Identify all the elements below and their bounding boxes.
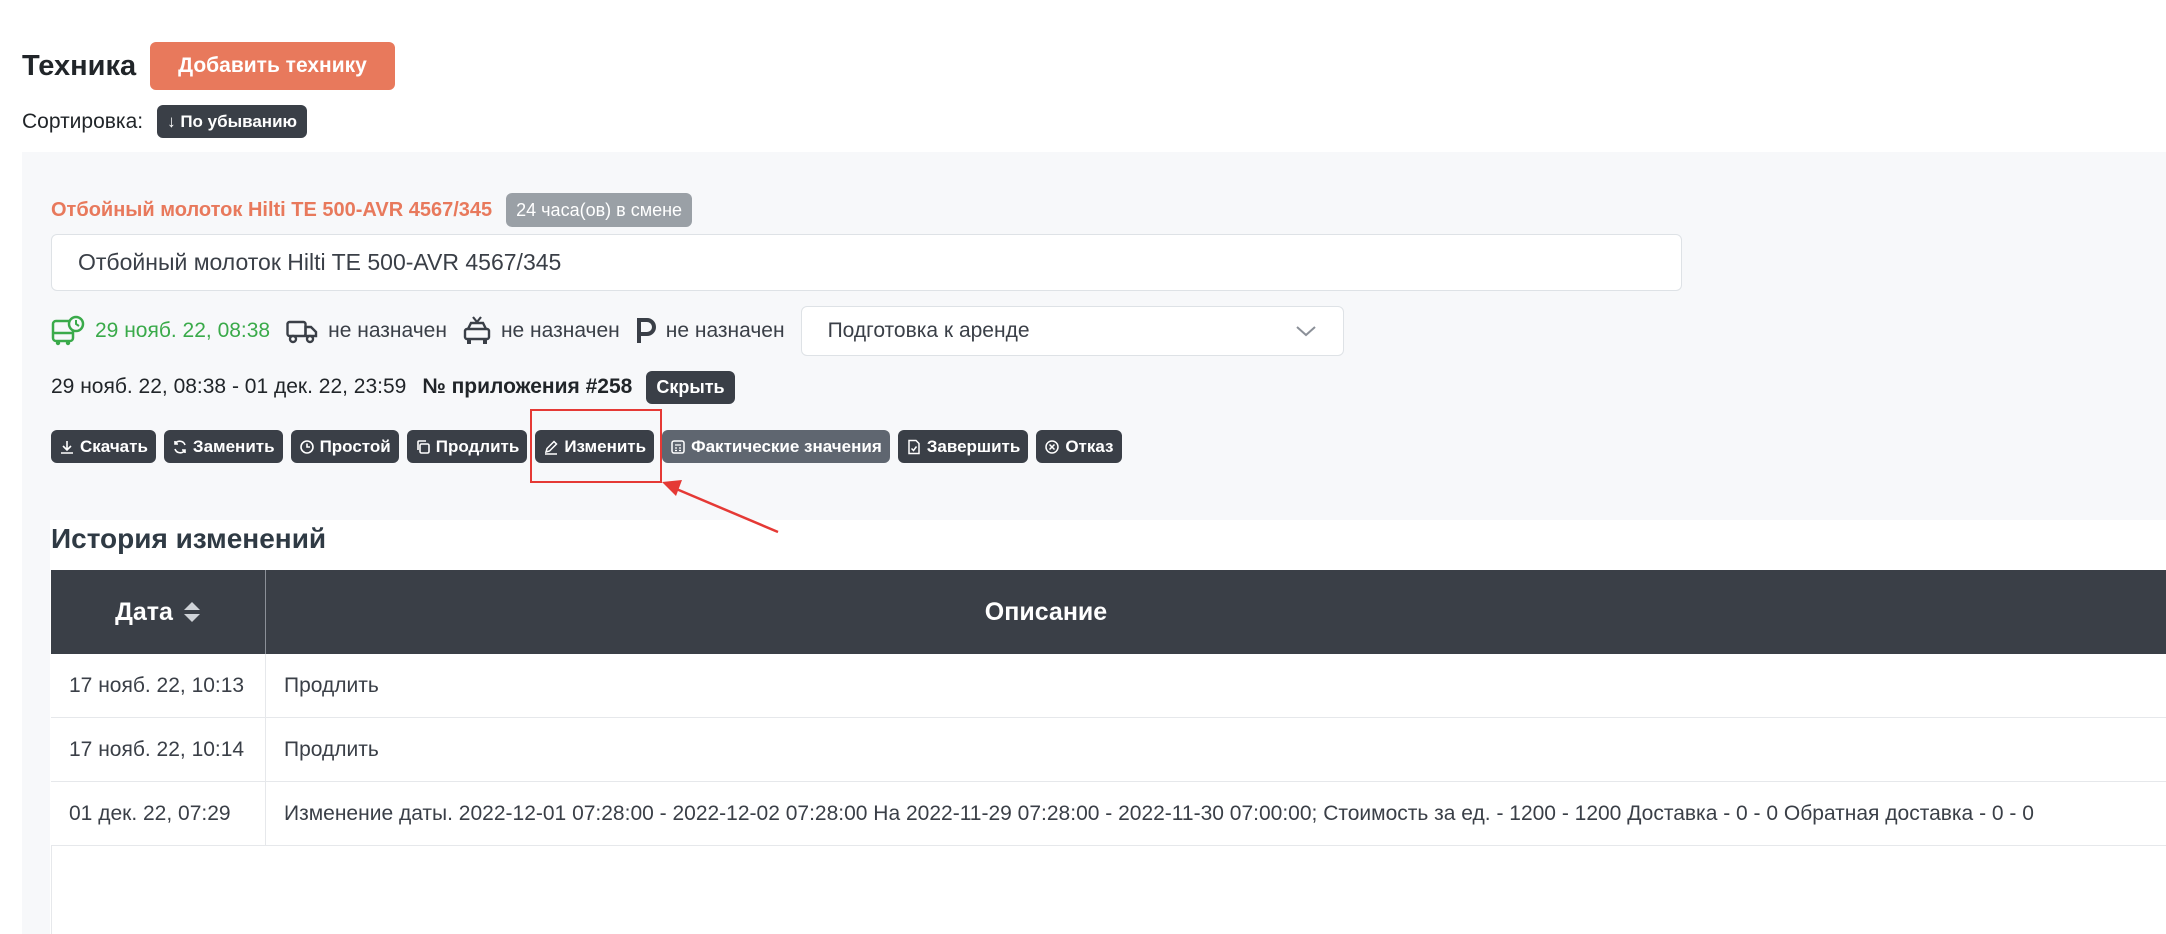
file-check-icon <box>908 439 920 454</box>
parking-icon <box>636 318 656 343</box>
page-header: Техника Добавить технику <box>22 42 395 90</box>
row-description: Продлить <box>284 737 379 761</box>
downtime-button[interactable]: Простой <box>290 430 399 463</box>
application-number: № приложения #258 <box>422 375 633 398</box>
rental-period-row: 29 нояб. 22, 08:38 - 01 дек. 22, 23:59 №… <box>51 370 735 404</box>
driver-status: не назначен <box>463 316 620 346</box>
table-header: Дата Описание <box>51 570 2166 654</box>
replace-button[interactable]: Заменить <box>163 430 283 463</box>
parking-status-text: не назначен <box>665 319 785 342</box>
row-date: 17 нояб. 22, 10:14 <box>51 718 266 781</box>
row-date: 01 дек. 22, 07:29 <box>51 782 266 845</box>
date-column-label: Дата <box>115 597 173 626</box>
copy-icon <box>416 439 430 454</box>
rental-period: 29 нояб. 22, 08:38 - 01 дек. 22, 23:59 <box>51 375 407 398</box>
history-title: История изменений <box>51 523 327 554</box>
shift-badge: 24 часа(ов) в смене <box>506 193 693 227</box>
table-row: 17 нояб. 22, 10:14 Продлить <box>51 718 2166 782</box>
date-status-text: 29 нояб. 22, 08:38 <box>95 319 271 342</box>
extend-label: Продлить <box>435 436 520 456</box>
item-title[interactable]: Отбойный молоток Hilti TE 500-AVR 4567/3… <box>51 199 492 222</box>
refuse-button[interactable]: Отказ <box>1036 430 1122 463</box>
hide-button[interactable]: Скрыть <box>646 370 735 404</box>
truck-icon <box>286 320 318 344</box>
date-status: 29 нояб. 22, 08:38 <box>51 315 270 347</box>
driver-status-text: не назначен <box>500 319 620 342</box>
download-label: Скачать <box>80 436 148 456</box>
actual-values-label: Фактические значения <box>691 436 882 456</box>
page-title: Техника <box>22 49 137 82</box>
sort-order-button[interactable]: ↓ По убыванию <box>157 105 308 138</box>
finish-label: Завершить <box>926 436 1021 456</box>
item-title-row: Отбойный молоток Hilti TE 500-AVR 4567/3… <box>51 193 693 227</box>
row-description: Изменение даты. 2022-12-01 07:28:00 - 20… <box>284 801 2034 825</box>
download-button[interactable]: Скачать <box>51 430 156 463</box>
status-select-value: Подготовка к аренде <box>827 319 1030 342</box>
parking-status: не назначен <box>636 318 785 344</box>
bus-clock-icon <box>51 315 85 346</box>
download-icon <box>61 440 73 454</box>
description-column-header: Описание <box>984 597 1108 626</box>
chevron-down-icon <box>1295 326 1316 337</box>
clock-icon <box>299 439 314 454</box>
edit-button-highlight <box>530 409 662 483</box>
actual-values-button[interactable]: Фактические значения <box>662 430 890 463</box>
sort-order-label: ↓ По убыванию <box>167 111 298 131</box>
equipment-name-field[interactable]: Отбойный молоток Hilti TE 500-AVR 4567/3… <box>51 234 1682 291</box>
x-circle-icon <box>1045 439 1060 454</box>
calculator-icon <box>671 439 685 454</box>
table-left-border <box>51 846 52 934</box>
refuse-label: Отказ <box>1065 436 1114 456</box>
status-row: 29 нояб. 22, 08:38 не назначен не назнач… <box>51 306 1344 356</box>
history-table: Дата Описание 17 нояб. 22, 10:13 Продлит… <box>51 570 2166 846</box>
replace-label: Заменить <box>192 436 275 456</box>
sort-icon <box>183 602 200 622</box>
status-select[interactable]: Подготовка к аренде <box>800 306 1344 356</box>
annotation-arrow <box>662 480 779 534</box>
extend-button[interactable]: Продлить <box>406 430 528 463</box>
downtime-label: Простой <box>319 436 391 456</box>
truck-status-text: не назначен <box>328 319 447 342</box>
add-equipment-button[interactable]: Добавить технику <box>150 42 395 90</box>
finish-button[interactable]: Завершить <box>897 430 1029 463</box>
truck-status: не назначен <box>286 318 447 344</box>
taxi-icon <box>463 316 491 344</box>
sort-label: Сортировка: <box>22 109 144 133</box>
row-date: 17 нояб. 22, 10:13 <box>51 654 266 717</box>
date-column-header[interactable]: Дата <box>51 570 266 654</box>
row-description: Продлить <box>284 673 379 697</box>
table-row: 17 нояб. 22, 10:13 Продлить <box>51 654 2166 718</box>
table-row: 01 дек. 22, 07:29 Изменение даты. 2022-1… <box>51 782 2166 846</box>
sort-row: Сортировка: ↓ По убыванию <box>22 105 308 138</box>
refresh-icon <box>174 439 186 454</box>
